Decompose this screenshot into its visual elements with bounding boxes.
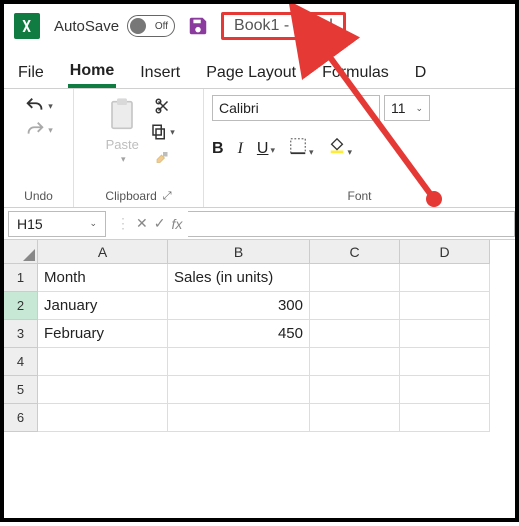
row-header-6[interactable]: 6 [4,404,38,432]
row-header-5[interactable]: 5 [4,376,38,404]
row-header-1[interactable]: 1 [4,264,38,292]
cell-c4[interactable] [310,348,400,376]
dialog-launcher-icon[interactable]: ⤢ [163,190,172,203]
title-bar: AutoSave Off Book1 - Excel [4,4,515,48]
autosave-toggle[interactable]: Off [127,15,175,37]
group-clipboard: Paste ▾ ▾ Clipboard⤢ [74,89,204,207]
cell-a3[interactable]: February [38,320,168,348]
name-box[interactable]: H15 ⌄ [8,211,106,237]
italic-button[interactable]: I [238,140,243,158]
col-header-a[interactable]: A [38,240,168,264]
chevron-down-icon: ▾ [121,154,126,165]
row-header-3[interactable]: 3 [4,320,38,348]
toggle-knob-icon [130,18,146,34]
cut-icon[interactable] [154,97,172,115]
cell-d6[interactable] [400,404,490,432]
copy-button[interactable]: ▾ [150,123,175,141]
underline-button[interactable]: U▾ [257,140,275,158]
tab-insert[interactable]: Insert [138,58,182,88]
cell-a6[interactable] [38,404,168,432]
col-header-d[interactable]: D [400,240,490,264]
formula-bar: H15 ⌄ ⋮ ✕ ✓ fx [4,208,515,240]
group-label-clipboard: Clipboard⤢ [105,187,171,205]
spreadsheet-grid: A B C D 1 Month Sales (in units) 2 Janua… [4,240,515,432]
cancel-formula-icon[interactable]: ✕ [136,215,148,232]
cell-a4[interactable] [38,348,168,376]
cell-a1[interactable]: Month [38,264,168,292]
cell-b2[interactable]: 300 [168,292,310,320]
tab-home[interactable]: Home [68,56,116,88]
select-all-corner[interactable] [4,240,38,264]
borders-icon [289,137,307,155]
font-name-value: Calibri [219,100,259,116]
redo-button[interactable]: ▾ [24,119,53,141]
undo-button[interactable]: ▾ [24,95,53,117]
cell-a5[interactable] [38,376,168,404]
fill-color-button[interactable]: ▾ [328,137,353,160]
bold-button[interactable]: B [212,140,224,158]
font-size-select[interactable]: 11 ⌄ [384,95,430,121]
cell-d2[interactable] [400,292,490,320]
font-size-value: 11 [391,100,406,116]
paste-button[interactable]: Paste ▾ [102,95,142,165]
cell-b5[interactable] [168,376,310,404]
cell-b3[interactable]: 450 [168,320,310,348]
group-font: Calibri ⌄ 11 ⌄ B I U▾ ▾ ▾ Font [204,89,515,207]
group-label-undo: Undo [24,187,53,205]
cell-c1[interactable] [310,264,400,292]
cell-d4[interactable] [400,348,490,376]
group-label-font: Font [347,187,371,205]
row-header-2[interactable]: 2 [4,292,38,320]
chevron-down-icon: ▾ [48,125,53,136]
cell-c2[interactable] [310,292,400,320]
font-name-select[interactable]: Calibri ⌄ [212,95,380,121]
fill-color-icon [328,137,346,155]
chevron-down-icon: ▾ [170,127,175,138]
formula-input[interactable] [188,211,515,237]
autosave-state: Off [155,21,168,32]
group-undo: ▾ ▾ Undo [4,89,74,207]
fx-icon[interactable]: fx [171,216,182,232]
chevron-down-icon: ⌄ [365,103,373,114]
cell-b4[interactable] [168,348,310,376]
tab-formulas[interactable]: Formulas [320,58,391,88]
cell-d1[interactable] [400,264,490,292]
copy-icon [150,123,168,141]
chevron-down-icon: ⌄ [89,218,97,229]
ribbon: ▾ ▾ Undo Paste ▾ ▾ [4,88,515,208]
name-box-value: H15 [17,216,43,232]
cell-b1[interactable]: Sales (in units) [168,264,310,292]
tab-file[interactable]: File [16,58,46,88]
save-icon[interactable] [187,15,209,37]
autosave-label: AutoSave [54,18,119,35]
cell-d3[interactable] [400,320,490,348]
paste-label: Paste [106,137,139,152]
col-header-c[interactable]: C [310,240,400,264]
menu-bar: File Home Insert Page Layout Formulas D [4,48,515,88]
col-header-b[interactable]: B [168,240,310,264]
tab-page-layout[interactable]: Page Layout [204,58,298,88]
accept-formula-icon[interactable]: ✓ [154,215,166,232]
cell-a2[interactable]: January [38,292,168,320]
borders-button[interactable]: ▾ [289,137,314,160]
formula-controls: ⋮ ✕ ✓ fx [110,215,188,232]
cell-c5[interactable] [310,376,400,404]
chevron-down-icon: ▾ [48,101,53,112]
row-header-4[interactable]: 4 [4,348,38,376]
cell-b6[interactable] [168,404,310,432]
cell-d5[interactable] [400,376,490,404]
cell-c6[interactable] [310,404,400,432]
cell-c3[interactable] [310,320,400,348]
chevron-down-icon: ⌄ [415,103,423,114]
format-painter-icon[interactable] [154,149,172,167]
excel-logo-icon [14,13,40,39]
window-title: Book1 - Excel [221,12,346,40]
tab-data-partial[interactable]: D [413,58,429,88]
